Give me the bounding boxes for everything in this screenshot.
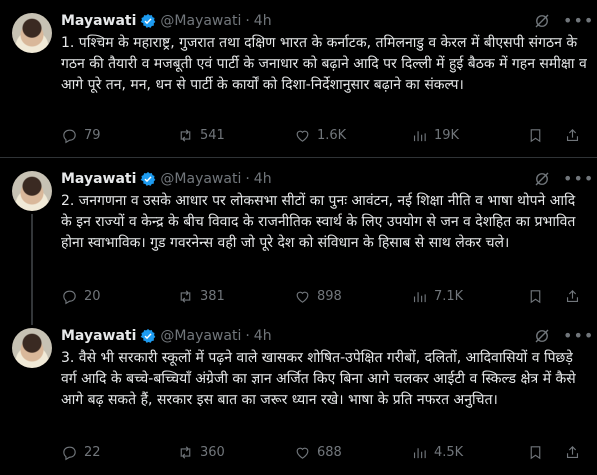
views-count: 7.1K xyxy=(434,288,464,304)
separator: · xyxy=(245,328,250,344)
like-count: 1.6K xyxy=(317,127,347,143)
like-button[interactable]: 898 xyxy=(294,288,342,305)
author-handle[interactable]: @Mayawati xyxy=(160,13,241,29)
tweet-header: Mayawati @Mayawati · 4h xyxy=(61,169,272,189)
bookmark-icon xyxy=(530,289,541,303)
bookmark-button[interactable] xyxy=(527,127,544,144)
tweet-1[interactable]: Mayawati @Mayawati · 4h ••• 1. पश्चिम के… xyxy=(0,0,597,152)
author-name[interactable]: Mayawati xyxy=(61,13,136,29)
views-count: 19K xyxy=(434,127,460,143)
author-handle[interactable]: @Mayawati xyxy=(160,328,241,344)
repost-count: 360 xyxy=(200,444,225,460)
share-icon xyxy=(566,289,579,302)
reply-count: 22 xyxy=(84,444,101,460)
tweet-text: 3. वैसे भी सरकारी स्कूलों में पढ़ने वाले… xyxy=(61,350,576,408)
verified-badge-icon xyxy=(141,172,156,186)
reply-count: 79 xyxy=(84,127,101,143)
timestamp[interactable]: 4h xyxy=(254,328,272,344)
like-count: 898 xyxy=(317,288,342,304)
views-button[interactable]: 4.5K xyxy=(411,444,463,461)
bookmark-icon xyxy=(530,445,541,459)
tweet-header: Mayawati @Mayawati · 4h xyxy=(61,11,272,31)
share-button[interactable] xyxy=(564,444,581,461)
author-name[interactable]: Mayawati xyxy=(61,171,136,187)
views-icon xyxy=(413,447,426,458)
verified-badge-icon xyxy=(141,329,156,343)
grok-icon[interactable] xyxy=(533,12,551,30)
repost-icon xyxy=(180,128,191,142)
share-button[interactable] xyxy=(564,288,581,305)
tweet-actions: 20 381 898 7.1K xyxy=(61,286,587,306)
more-icon[interactable]: ••• xyxy=(563,13,593,34)
reply-icon xyxy=(63,290,76,304)
share-icon xyxy=(566,445,579,458)
like-icon xyxy=(296,130,309,142)
like-icon xyxy=(296,447,309,459)
tweet-text: 1. पश्चिम के महाराष्ट्र, गुजरात तथा दक्ष… xyxy=(61,35,587,93)
views-icon xyxy=(413,130,426,141)
share-button[interactable] xyxy=(564,127,581,144)
reply-icon xyxy=(63,129,76,143)
tweet-2[interactable]: Mayawati @Mayawati · 4h ••• 2. जनगणना व … xyxy=(0,158,597,320)
grok-icon[interactable] xyxy=(533,327,551,345)
reply-button[interactable]: 79 xyxy=(61,127,101,144)
avatar[interactable] xyxy=(12,171,52,211)
avatar[interactable] xyxy=(12,13,52,53)
repost-icon xyxy=(180,445,191,459)
tweet-3[interactable]: Mayawati @Mayawati · 4h ••• 3. वैसे भी स… xyxy=(0,320,597,475)
more-icon[interactable]: ••• xyxy=(563,171,593,192)
thread-connector xyxy=(31,320,33,325)
reply-count: 20 xyxy=(84,288,101,304)
timestamp[interactable]: 4h xyxy=(254,171,272,187)
tweet-actions: 79 541 1.6K 19K xyxy=(61,125,587,145)
repost-icon xyxy=(180,289,191,303)
reply-icon xyxy=(63,446,76,460)
tweet-header: Mayawati @Mayawati · 4h xyxy=(61,326,272,346)
separator: · xyxy=(245,171,250,187)
author-handle[interactable]: @Mayawati xyxy=(160,171,241,187)
views-count: 4.5K xyxy=(434,444,464,460)
repost-button[interactable]: 360 xyxy=(177,444,225,461)
verified-badge-icon xyxy=(141,14,156,28)
tweet-text: 2. जनगणना व उसके आधार पर लोकसभा सीटों का… xyxy=(61,193,576,251)
more-icon[interactable]: ••• xyxy=(563,328,593,349)
author-name[interactable]: Mayawati xyxy=(61,328,136,344)
share-icon xyxy=(566,128,579,141)
repost-button[interactable]: 541 xyxy=(177,127,225,144)
reply-button[interactable]: 22 xyxy=(61,444,101,461)
tweet-actions: 22 360 688 4.5K xyxy=(61,442,587,462)
views-icon xyxy=(413,291,426,302)
repost-count: 381 xyxy=(200,288,225,304)
like-button[interactable]: 688 xyxy=(294,444,342,461)
bookmark-icon xyxy=(530,128,541,142)
separator: · xyxy=(245,13,250,29)
tweet-thread: Mayawati @Mayawati · 4h ••• 1. पश्चिम के… xyxy=(0,0,597,475)
bookmark-button[interactable] xyxy=(527,288,544,305)
repost-button[interactable]: 381 xyxy=(177,288,225,305)
avatar[interactable] xyxy=(12,328,52,368)
like-icon xyxy=(296,291,309,303)
reply-button[interactable]: 20 xyxy=(61,288,101,305)
views-button[interactable]: 7.1K xyxy=(411,288,463,305)
thread-connector xyxy=(31,214,33,320)
bookmark-button[interactable] xyxy=(527,444,544,461)
repost-count: 541 xyxy=(200,127,225,143)
timestamp[interactable]: 4h xyxy=(254,13,272,29)
like-count: 688 xyxy=(317,444,342,460)
grok-icon[interactable] xyxy=(533,170,551,188)
views-button[interactable]: 19K xyxy=(411,127,459,144)
like-button[interactable]: 1.6K xyxy=(294,127,346,144)
